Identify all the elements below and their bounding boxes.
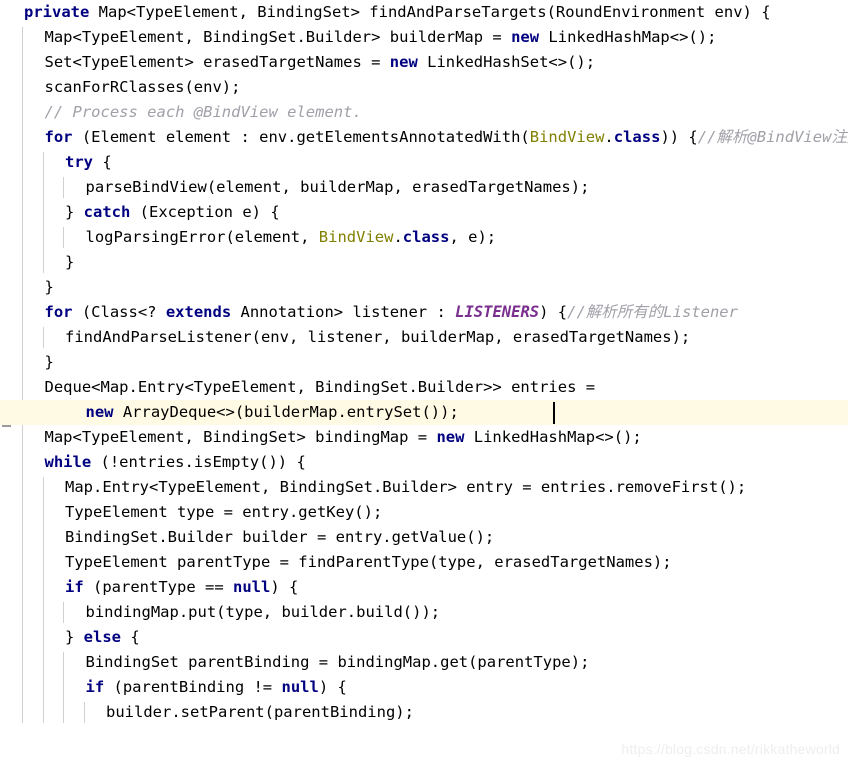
code-token-kw: class — [402, 228, 450, 246]
code-token-plain: (Class<? — [72, 303, 166, 321]
code-token-cmt: //解析所有的Listener — [567, 303, 738, 321]
code-token-plain: )) { — [660, 128, 698, 146]
code-token-plain: (Exception e) { — [130, 203, 280, 221]
code-line[interactable]: new ArrayDeque<>(builderMap.entrySet()); — [0, 400, 848, 425]
code-token-cmt: //解析@BindView注解 — [697, 128, 848, 146]
code-token-plain: TypeElement type = entry.getKey(); — [65, 503, 383, 521]
code-token-plain: { — [121, 628, 140, 646]
code-token-plain: . — [604, 128, 614, 146]
code-line[interactable]: Map.Entry<TypeElement, BindingSet.Builde… — [0, 475, 848, 500]
code-token-plain: LinkedHashSet<>(); — [417, 53, 596, 71]
watermark-url: https://blog.csdn.net/rikkatheworld — [621, 741, 840, 757]
code-token-plain: } — [44, 353, 54, 371]
code-line[interactable]: TypeElement parentType = findParentType(… — [0, 550, 848, 575]
code-line[interactable]: scanForRClasses(env); — [0, 75, 848, 100]
code-token-kw: while — [44, 453, 92, 471]
code-line[interactable]: BindingSet.Builder builder = entry.getVa… — [0, 525, 848, 550]
code-token-plain: } — [65, 628, 84, 646]
code-token-plain: builder.setParent(parentBinding); — [106, 703, 414, 721]
code-line[interactable]: Set<TypeElement> erasedTargetNames = new… — [0, 50, 848, 75]
code-token-kw: null — [281, 678, 319, 696]
code-token-plain: ) { — [539, 303, 568, 321]
code-token-plain: . — [393, 228, 403, 246]
code-token-plain: ) { — [318, 678, 347, 696]
code-token-plain: logParsingError(element, — [85, 228, 319, 246]
code-line[interactable]: TypeElement type = entry.getKey(); — [0, 500, 848, 525]
code-token-plain: } — [44, 278, 54, 296]
code-line[interactable]: // Process each @BindView element. — [0, 100, 848, 125]
code-token-kw: extends — [165, 303, 232, 321]
code-token-plain: (Element element : env.getElementsAnnota… — [72, 128, 530, 146]
code-token-kw: if — [65, 578, 84, 596]
code-line[interactable]: } — [0, 275, 848, 300]
code-token-plain: findAndParseListener(env, listener, buil… — [65, 328, 691, 346]
code-token-plain: Map<TypeElement, BindingSet> bindingMap … — [44, 428, 437, 446]
code-lines-container[interactable]: private Map<TypeElement, BindingSet> fin… — [0, 0, 848, 779]
code-editor-view[interactable]: private Map<TypeElement, BindingSet> fin… — [0, 0, 848, 779]
code-line[interactable]: } — [0, 350, 848, 375]
code-token-kw: for — [44, 128, 73, 146]
code-token-ann: BindView — [529, 128, 605, 146]
code-token-plain: Map<TypeElement, BindingSet.Builder> bui… — [44, 28, 512, 46]
code-line[interactable]: if (parentType == null) { — [0, 575, 848, 600]
code-line[interactable]: findAndParseListener(env, listener, buil… — [0, 325, 848, 350]
code-token-plain: parseBindView(element, builderMap, erase… — [85, 178, 590, 196]
code-token-plain: scanForRClasses(env); — [44, 78, 241, 96]
code-line[interactable]: builder.setParent(parentBinding); — [0, 700, 848, 725]
code-token-kw: new — [85, 403, 114, 421]
code-token-kw: for — [44, 303, 73, 321]
code-line[interactable]: } catch (Exception e) { — [0, 200, 848, 225]
code-line[interactable]: bindingMap.put(type, builder.build()); — [0, 600, 848, 625]
code-token-plain: ArrayDeque<>(builderMap.entrySet()); — [113, 403, 459, 421]
code-token-plain: LinkedHashMap<>(); — [464, 428, 642, 446]
code-line[interactable]: Deque<Map.Entry<TypeElement, BindingSet.… — [0, 375, 848, 400]
code-token-plain: (parentType == — [83, 578, 233, 596]
code-token-plain: Map<TypeElement, BindingSet> findAndPars… — [89, 3, 771, 21]
code-token-plain: TypeElement parentType = findParentType(… — [65, 553, 672, 571]
code-token-kw: else — [83, 628, 121, 646]
code-token-plain: (parentBinding != — [104, 678, 282, 696]
code-token-plain: LinkedHashMap<>(); — [539, 28, 717, 46]
code-line[interactable]: if (parentBinding != null) { — [0, 675, 848, 700]
code-line[interactable]: private Map<TypeElement, BindingSet> fin… — [0, 0, 848, 25]
code-token-plain: Set<TypeElement> erasedTargetNames = — [44, 53, 390, 71]
code-token-kw: null — [232, 578, 271, 596]
code-token-plain: ) { — [270, 578, 299, 596]
code-token-kw: if — [85, 678, 105, 696]
code-token-plain: BindingSet parentBinding = bindingMap.ge… — [85, 653, 590, 671]
code-token-plain: { — [93, 153, 112, 171]
code-token-kw: class — [613, 128, 661, 146]
code-token-kw: catch — [83, 203, 131, 221]
text-caret — [553, 402, 555, 424]
code-token-kw: try — [65, 153, 93, 171]
code-line[interactable]: while (!entries.isEmpty()) { — [0, 450, 848, 475]
code-token-plain: Deque<Map.Entry<TypeElement, BindingSet.… — [44, 378, 596, 396]
code-line[interactable]: } — [0, 250, 848, 275]
code-token-kw: new — [436, 428, 465, 446]
code-token-kw: private — [24, 3, 90, 21]
code-token-kw: new — [389, 53, 418, 71]
code-token-plain: (!entries.isEmpty()) { — [91, 453, 306, 471]
code-line[interactable]: logParsingError(element, BindView.class,… — [0, 225, 848, 250]
code-token-plain: Map.Entry<TypeElement, BindingSet.Builde… — [65, 478, 747, 496]
code-line[interactable]: for (Class<? extends Annotation> listene… — [0, 300, 848, 325]
code-token-plain: BindingSet.Builder builder = entry.getVa… — [65, 528, 495, 546]
code-line[interactable]: parseBindView(element, builderMap, erase… — [0, 175, 848, 200]
code-token-stat: LISTENERS — [455, 303, 540, 321]
code-token-ann: BindView — [318, 228, 394, 246]
code-token-kw: new — [511, 28, 540, 46]
code-token-plain: } — [65, 253, 75, 271]
code-line[interactable]: try { — [0, 150, 848, 175]
code-line[interactable]: Map<TypeElement, BindingSet> bindingMap … — [0, 425, 848, 450]
code-token-plain: Annotation> listener : — [231, 303, 456, 321]
code-token-plain: } — [65, 203, 84, 221]
code-line[interactable]: BindingSet parentBinding = bindingMap.ge… — [0, 650, 848, 675]
code-line[interactable]: for (Element element : env.getElementsAn… — [0, 125, 848, 150]
code-token-cmt: // Process each @BindView element. — [44, 103, 362, 121]
code-line[interactable]: } else { — [0, 625, 848, 650]
code-line[interactable]: Map<TypeElement, BindingSet.Builder> bui… — [0, 25, 848, 50]
code-token-plain: bindingMap.put(type, builder.build()); — [85, 603, 441, 621]
code-token-plain: , e); — [449, 228, 497, 246]
